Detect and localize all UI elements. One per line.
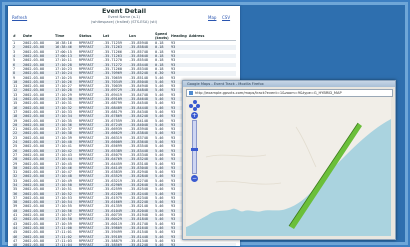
zoom-slider-thumb[interactable] — [191, 147, 198, 151]
zoom-out-button[interactable]: − — [191, 175, 198, 182]
address-bar-url: http://example.gpsvts.com/maps/track?eve… — [195, 91, 342, 95]
table-cell: 93 — [170, 243, 188, 246]
page-title: Event Detail — [101, 7, 147, 15]
page-subtitle-line-1: Event Name (a-1) — [108, 15, 140, 19]
table-header-row: # Date Time Status Lat Lon Speed (knots)… — [12, 32, 236, 42]
col-header-lon: Lon — [128, 33, 154, 42]
map-navigation-control: + − — [189, 100, 200, 183]
pan-control[interactable] — [189, 100, 200, 111]
table-cell: RPRFAST — [78, 243, 102, 246]
col-header-address: Address — [187, 33, 236, 42]
zoom-slider[interactable] — [191, 120, 198, 174]
table-row: 48 2002-03-08 17:11:04 RPRFAST -35.58569 -35.… — [12, 243, 236, 246]
pan-down-icon[interactable] — [192, 107, 197, 111]
address-bar[interactable]: http://example.gpsvts.com/maps/track?eve… — [186, 89, 393, 97]
map-graphic — [186, 97, 391, 236]
csv-link[interactable]: CSV — [222, 15, 230, 20]
table-cell: 2002-03-08 — [22, 243, 54, 246]
table-cell: -35.58569 — [102, 243, 128, 246]
pan-right-icon[interactable] — [196, 103, 200, 108]
table-cell: -35.81248 — [128, 243, 154, 246]
table-cell: 5.46 — [154, 243, 170, 246]
refresh-link[interactable]: Refresh — [12, 15, 27, 20]
window-titlebar[interactable]: Google Maps - Event Track - Mozilla Fire… — [183, 81, 395, 87]
page-subtitle-line-2: (whitespace) (trailed) (STS-ESA) (sti) — [90, 20, 157, 24]
col-header-index: # — [12, 33, 22, 42]
col-header-date: Date — [22, 33, 54, 42]
col-header-lat: Lat — [102, 33, 128, 42]
col-header-heading: Heading — [170, 33, 188, 42]
table-cell — [187, 243, 236, 246]
map-canvas[interactable]: + − — [186, 97, 391, 236]
map-popup-window[interactable]: Google Maps - Event Track - Mozilla Fire… — [182, 80, 396, 240]
col-header-time: Time — [54, 33, 78, 42]
table-cell: 48 — [12, 243, 22, 246]
site-favicon-icon — [189, 91, 193, 95]
col-header-speed: Speed (knots) — [154, 32, 170, 42]
col-header-status: Status — [78, 33, 102, 42]
map-link[interactable]: Map — [208, 15, 216, 20]
table-cell: 17:11:04 — [54, 243, 78, 246]
zoom-in-button[interactable]: + — [191, 112, 198, 119]
